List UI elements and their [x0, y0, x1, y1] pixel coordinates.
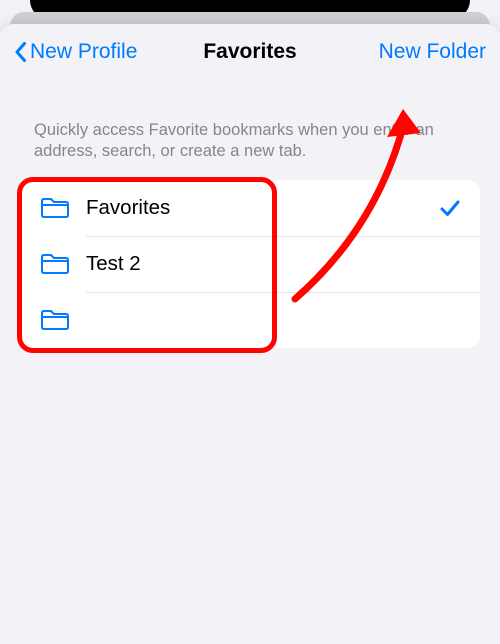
back-button[interactable]: New Profile: [14, 40, 137, 64]
folder-icon: [40, 252, 70, 276]
navbar: New Profile Favorites New Folder: [0, 24, 500, 80]
folder-row-unnamed[interactable]: [20, 292, 480, 348]
folder-row-test-2[interactable]: Test 2: [20, 236, 480, 292]
folder-label: Test 2: [86, 252, 462, 276]
chevron-left-icon: [14, 41, 28, 63]
folder-label: Favorites: [86, 196, 438, 220]
back-label: New Profile: [30, 40, 137, 64]
page-title: Favorites: [203, 40, 296, 64]
checkmark-icon: [438, 196, 462, 220]
description-text: Quickly access Favorite bookmarks when y…: [0, 80, 500, 180]
favorites-sheet: New Profile Favorites New Folder Quickly…: [0, 24, 500, 644]
folder-icon: [40, 308, 70, 332]
folder-row-favorites[interactable]: Favorites: [20, 180, 480, 236]
folder-icon: [40, 196, 70, 220]
folder-list: Favorites Test 2: [20, 180, 480, 348]
new-folder-button[interactable]: New Folder: [379, 40, 486, 64]
